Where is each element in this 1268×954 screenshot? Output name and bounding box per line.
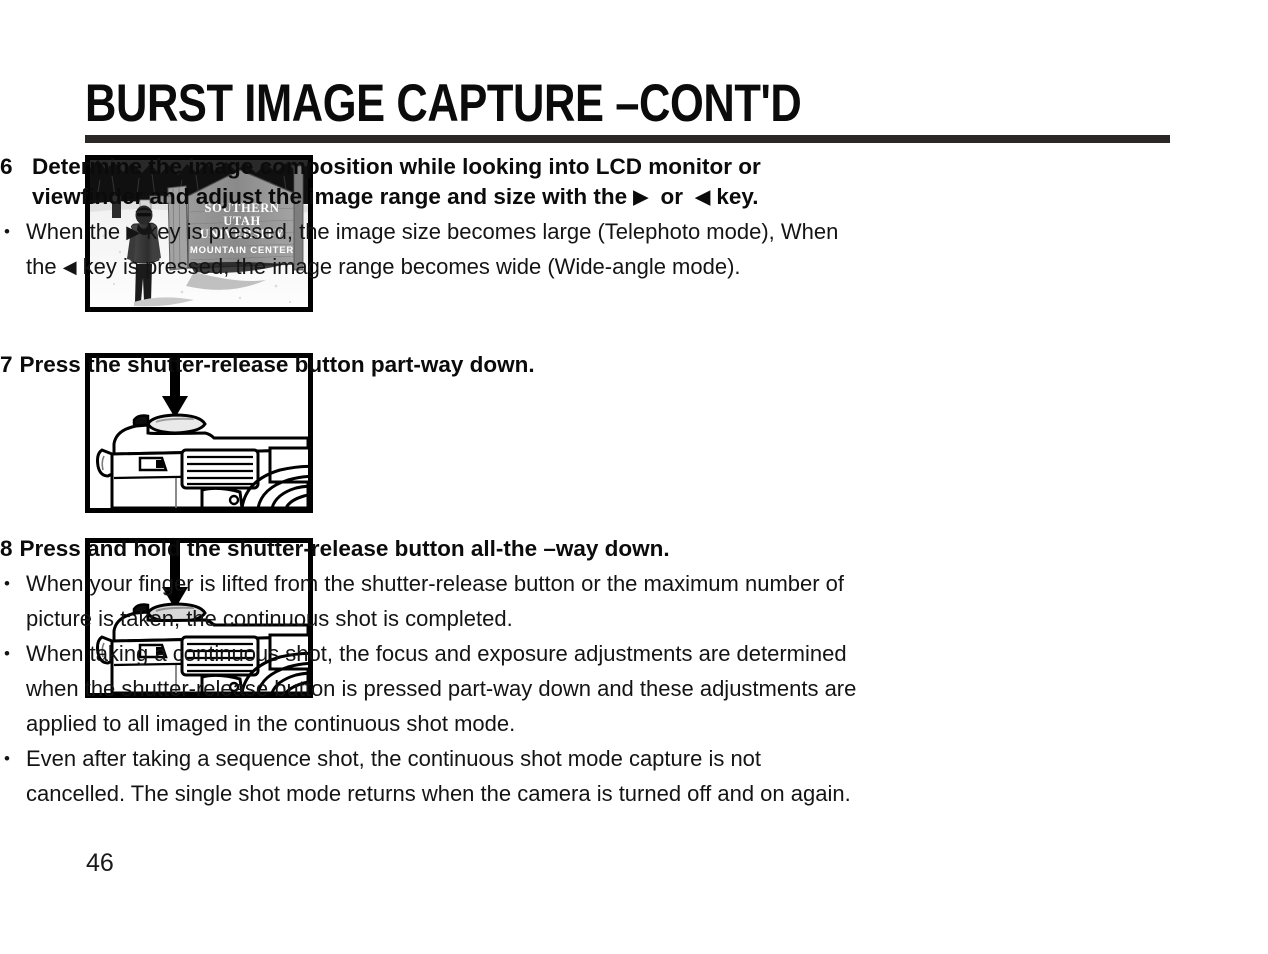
bullet-text-1: When the: [26, 219, 127, 244]
step-7-number: 7: [0, 352, 13, 377]
list-item: When the ▶ key is pressed, the image siz…: [0, 214, 860, 284]
bullet-text-3: key is pressed, the image range becomes …: [76, 254, 741, 279]
step-6-heading-text-mid: or: [648, 184, 696, 209]
left-key-icon: ◀: [695, 187, 711, 208]
step-6: 6 Determine the image composition while l…: [0, 152, 860, 284]
step-6-heading: 6 Determine the image composition while l…: [0, 152, 860, 212]
step-6-number: 6: [0, 154, 13, 179]
right-key-icon: ▶: [633, 187, 648, 208]
step-8-heading: 8 Press and hold the shutter-release butt…: [0, 534, 860, 564]
right-key-icon: ▶: [126, 222, 141, 242]
left-key-icon: ◀: [62, 257, 77, 277]
list-item: When taking a continuous shot, the focus…: [0, 636, 860, 741]
step-8-heading-text: Press and hold the shutter-release butto…: [19, 536, 670, 561]
step-6-bullet-list: When the ▶ key is pressed, the image siz…: [0, 214, 860, 284]
page-number: 46: [86, 849, 114, 877]
list-item: When your finger is lifted from the shut…: [0, 566, 860, 636]
step-8-bullet-list: When your finger is lifted from the shut…: [0, 566, 860, 811]
step-7-heading: 7 Press the shutter-release button part-w…: [0, 350, 860, 380]
page-header: BURST IMAGE CAPTURE –CONT'D: [85, 76, 1170, 143]
list-item: Even after taking a sequence shot, the c…: [0, 741, 860, 811]
page-title: BURST IMAGE CAPTURE –CONT'D: [85, 74, 802, 133]
document-page: BURST IMAGE CAPTURE –CONT'D SOUTHERN UTA…: [0, 0, 1268, 954]
camera-diagram-graphic: [96, 358, 308, 508]
step-8: 8 Press and hold the shutter-release butt…: [0, 534, 860, 811]
step-7: 7 Press the shutter-release button part-w…: [0, 350, 860, 380]
step-8-number: 8: [0, 536, 13, 561]
step-6-heading-text-2: key.: [710, 184, 759, 209]
title-rule: [85, 135, 1170, 143]
step-7-heading-text: Press the shutter-release button part-wa…: [19, 352, 535, 377]
